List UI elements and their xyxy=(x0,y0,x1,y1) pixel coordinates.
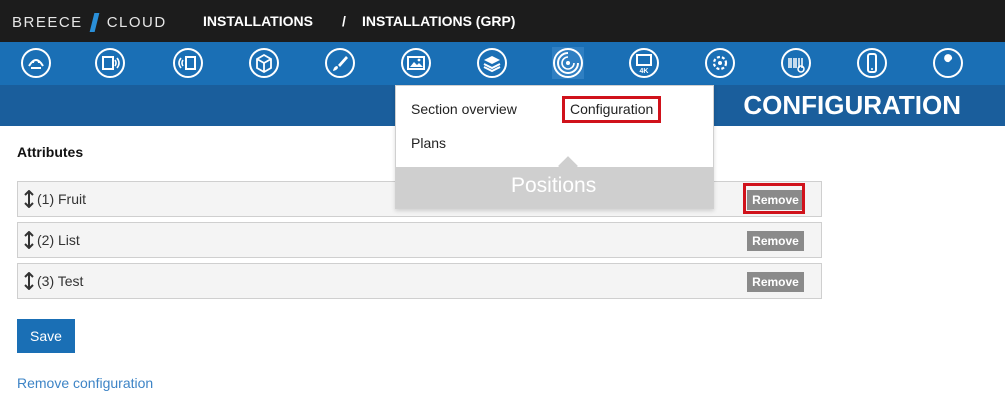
brand-name-left: BREECE xyxy=(12,13,83,31)
drag-handle-icon[interactable] xyxy=(24,272,34,290)
top-bar: BREECE CLOUD INSTALLATIONS / INSTALLATIO… xyxy=(0,0,1005,42)
page-title: CONFIGURATION xyxy=(743,90,961,120)
remove-configuration-link[interactable]: Remove configuration xyxy=(17,375,153,391)
menu-item-highlight xyxy=(562,96,661,123)
drag-handle-icon[interactable] xyxy=(24,231,34,249)
door-sensor-icon[interactable] xyxy=(172,47,204,79)
image-icon[interactable] xyxy=(400,47,432,79)
save-button[interactable]: Save xyxy=(17,319,75,353)
brand-slash xyxy=(89,12,100,32)
brand-logo[interactable]: BREECE CLOUD xyxy=(12,12,167,32)
menu-footer-label: Positions xyxy=(511,174,597,197)
menu-footer[interactable]: Positions xyxy=(396,167,713,208)
brush-icon[interactable] xyxy=(324,47,356,79)
disc-icon[interactable] xyxy=(552,47,584,79)
phone-icon[interactable] xyxy=(856,47,888,79)
menu-item-plans[interactable]: Plans xyxy=(411,135,446,151)
remove-button-highlight xyxy=(743,183,805,214)
monitor-head-icon[interactable] xyxy=(20,47,52,79)
breadcrumb-separator: / xyxy=(342,13,346,29)
breadcrumb-current[interactable]: INSTALLATIONS (GRP) xyxy=(362,13,515,29)
attribute-label: (1) Fruit xyxy=(37,191,86,207)
barcode-icon[interactable] xyxy=(780,47,812,79)
attribute-row[interactable]: (2) List Remove xyxy=(17,222,822,258)
brand-name-right: CLOUD xyxy=(106,13,167,31)
wall-sensor-icon[interactable] xyxy=(94,47,126,79)
monitor-4k-icon[interactable]: 4K xyxy=(628,47,660,79)
remove-attribute-button[interactable]: Remove xyxy=(747,231,804,251)
attribute-label: (2) List xyxy=(37,232,80,248)
section-dropdown-menu: Section overview Configuration Plans Pos… xyxy=(395,85,714,209)
gear-icon[interactable] xyxy=(704,47,736,79)
module-toolbar: 4K xyxy=(0,42,1005,85)
box-icon[interactable] xyxy=(248,47,280,79)
attributes-heading: Attributes xyxy=(17,144,84,160)
attribute-row[interactable]: (3) Test Remove xyxy=(17,263,822,299)
attribute-label: (3) Test xyxy=(37,273,84,289)
breadcrumb-root[interactable]: INSTALLATIONS xyxy=(203,13,313,29)
svg-text:4K: 4K xyxy=(640,68,649,75)
drag-handle-icon[interactable] xyxy=(24,190,34,208)
layers-icon[interactable] xyxy=(476,47,508,79)
menu-item-section-overview[interactable]: Section overview xyxy=(411,101,517,117)
wrench-icon[interactable] xyxy=(932,47,964,79)
remove-attribute-button[interactable]: Remove xyxy=(747,272,804,292)
